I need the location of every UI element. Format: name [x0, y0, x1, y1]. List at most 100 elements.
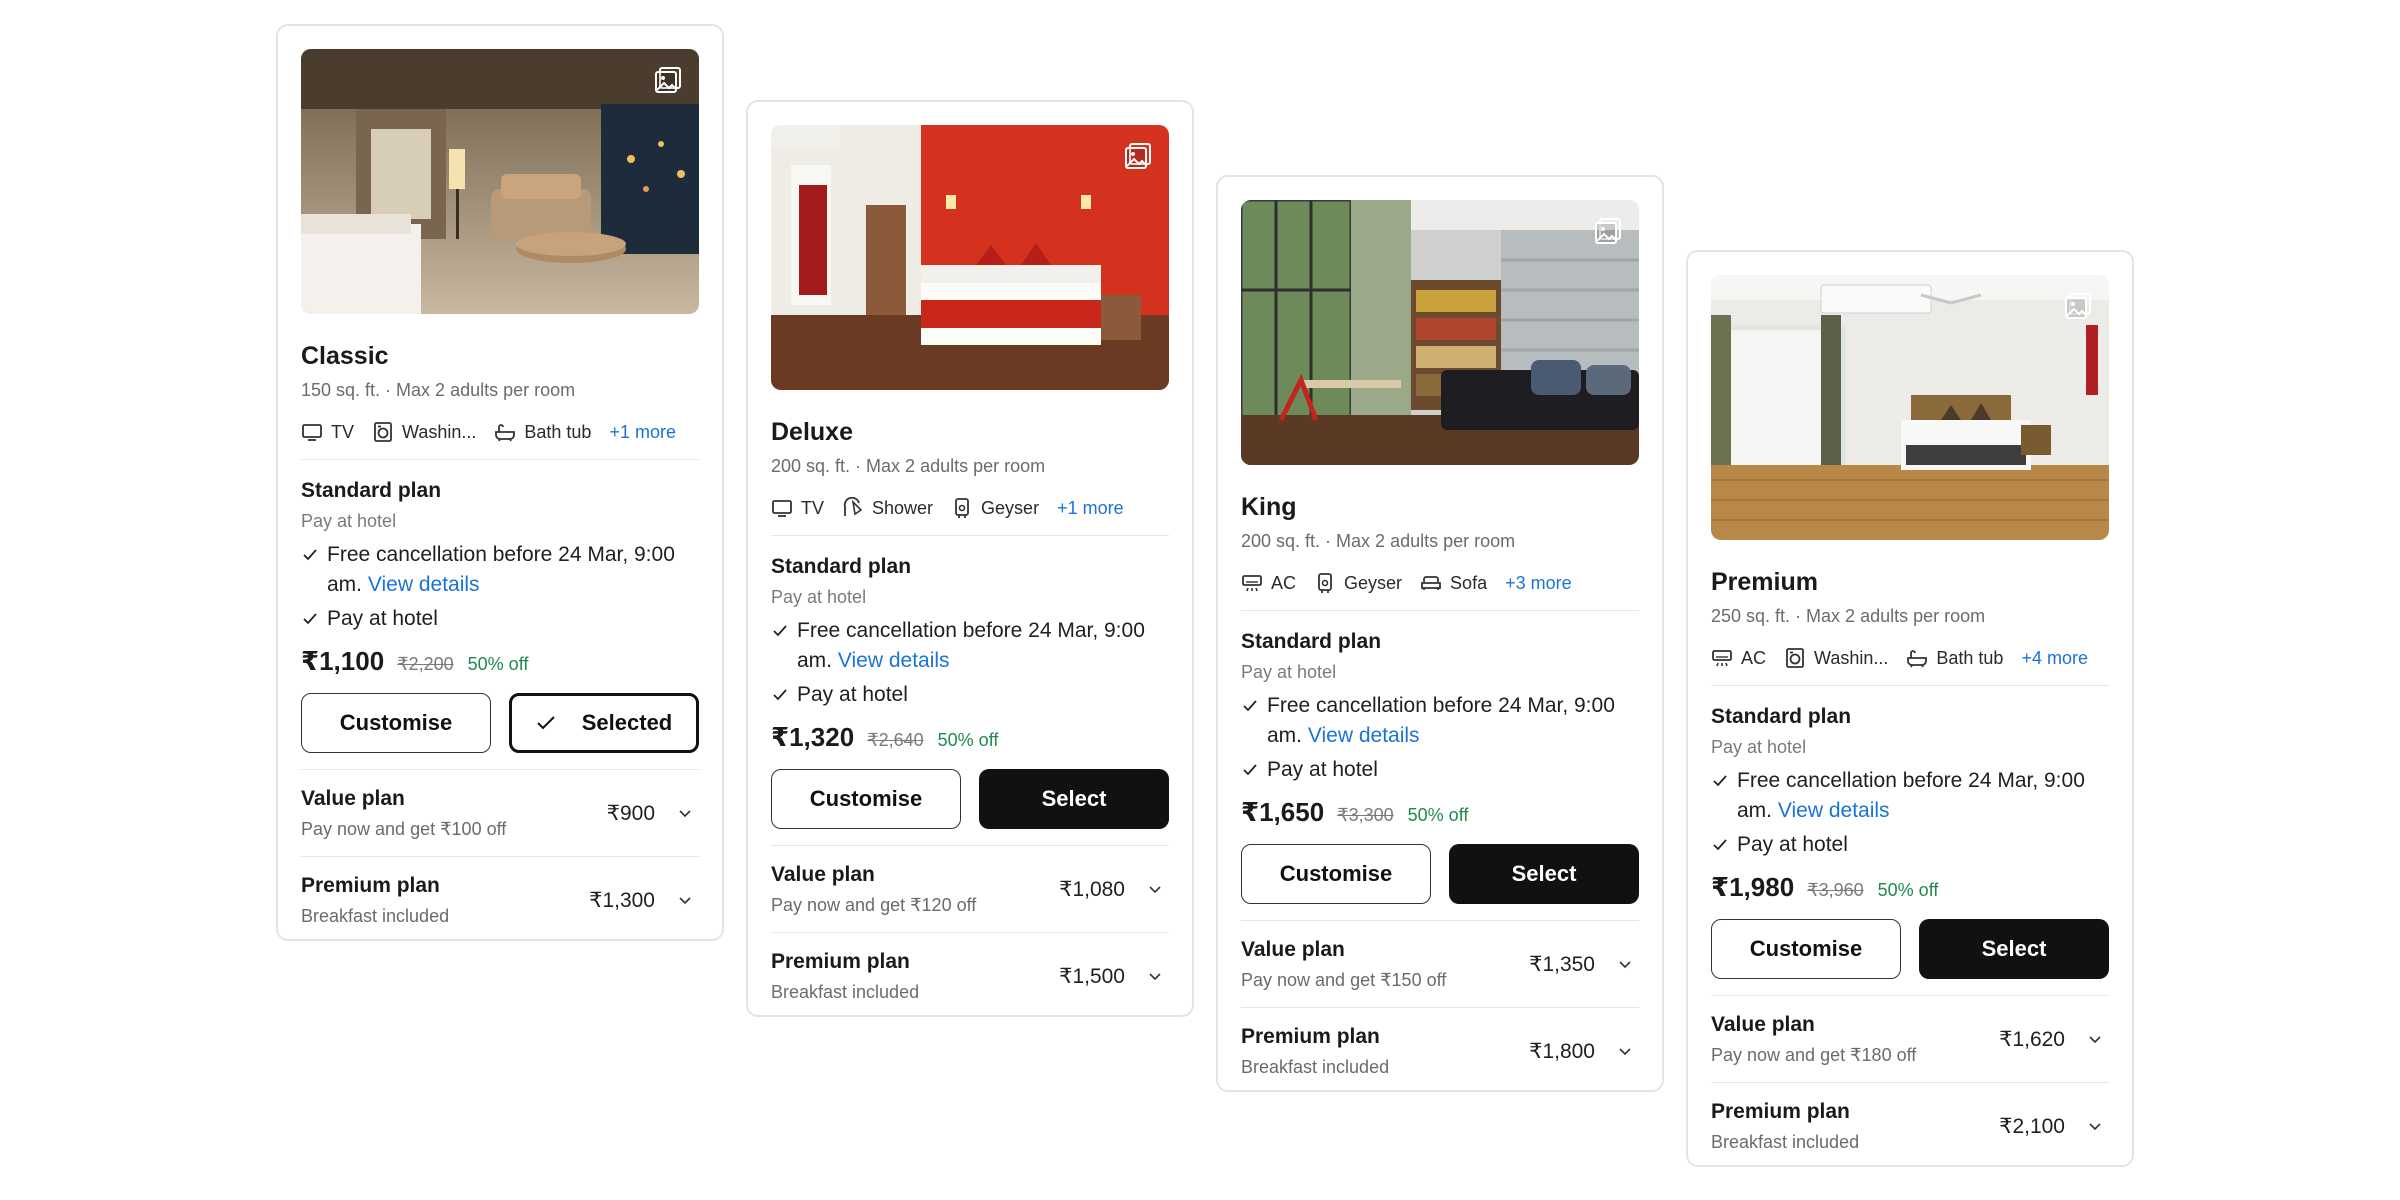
original-price: ₹3,960 [1807, 880, 1864, 900]
chevron-down-icon[interactable] [677, 892, 693, 908]
action-buttons: Customise Select [1711, 919, 2109, 979]
amenity-label: Geyser [981, 497, 1040, 518]
premium-plan-price: ₹1,800 [1529, 1039, 1595, 1063]
tv-icon [302, 424, 322, 441]
amenity-label: AC [1271, 572, 1297, 593]
gallery-icon[interactable] [2063, 291, 2093, 321]
select-button[interactable]: Select [979, 769, 1169, 829]
value-plan-subtitle: Pay now and get ₹180 off [1711, 1045, 1917, 1065]
discount-badge: 50% off [937, 730, 999, 750]
more-amenities-link[interactable]: +3 more [1505, 573, 1572, 594]
feature-text: Pay at hotel [1267, 758, 1378, 781]
more-amenities-link[interactable]: +1 more [1057, 498, 1124, 519]
customise-button[interactable]: Customise [1241, 844, 1431, 904]
check-icon [1243, 764, 1257, 776]
sofa-icon [1421, 576, 1441, 590]
view-details-link[interactable]: View details [838, 649, 950, 672]
price-row: ₹1,320 ₹2,640 50% off [771, 722, 1169, 753]
gallery-icon[interactable] [1593, 216, 1623, 246]
chevron-down-icon[interactable] [2087, 1118, 2103, 1134]
check-icon [1713, 775, 1727, 787]
check-icon [773, 625, 787, 637]
premium-plan-title: Premium plan [1241, 1025, 1380, 1048]
amenity-label: Bath tub [1936, 647, 2004, 668]
premium-plan-row[interactable]: Premium plan Breakfast included ₹1,300 [301, 856, 699, 927]
bath-tub-icon [1907, 650, 1928, 668]
premium-plan-row[interactable]: Premium plan Breakfast included ₹2,100 [1711, 1082, 2109, 1153]
premium-plan-row[interactable]: Premium plan Breakfast included ₹1,500 [771, 932, 1169, 1003]
amenities-row: AC Geyser Sofa +3 more [1241, 570, 1639, 596]
chevron-down-icon[interactable] [677, 805, 693, 821]
plan-subtitle: Pay at hotel [771, 587, 867, 607]
room-name: Premium [1711, 568, 1818, 596]
ac-icon [1712, 650, 1732, 667]
check-icon [1713, 839, 1727, 851]
value-plan-row[interactable]: Value plan Pay now and get ₹180 off ₹1,6… [1711, 995, 2109, 1066]
washing-machine-icon [1786, 648, 1804, 668]
premium-plan-title: Premium plan [301, 874, 440, 897]
room-photo[interactable] [771, 125, 1169, 390]
plan-title: Standard plan [1711, 705, 1852, 728]
premium-plan-subtitle: Breakfast included [1241, 1057, 1390, 1077]
room-meta: 200 sq. ft. · Max 2 adults per room [771, 456, 1046, 476]
view-details-link[interactable]: View details [1308, 724, 1420, 747]
bath-tub-icon [495, 424, 516, 442]
room-card-king: King 200 sq. ft. · Max 2 adults per room… [1216, 175, 1664, 1092]
premium-plan-price: ₹2,100 [1999, 1114, 2065, 1138]
amenity-label: TV [801, 497, 825, 518]
feature-text: Pay at hotel [327, 607, 438, 630]
value-plan-subtitle: Pay now and get ₹100 off [301, 819, 507, 839]
selected-button[interactable]: Selected [509, 693, 699, 753]
price-row: ₹1,650 ₹3,300 50% off [1241, 797, 1639, 828]
select-button[interactable]: Select [1449, 844, 1639, 904]
plan-subtitle: Pay at hotel [1711, 737, 1807, 757]
check-icon [773, 689, 787, 701]
chevron-down-icon[interactable] [1147, 881, 1163, 897]
discount-badge: 50% off [1877, 880, 1939, 900]
feature-pay-at-hotel: Pay at hotel [1241, 755, 1639, 785]
room-name: King [1241, 493, 1297, 521]
select-button[interactable]: Select [1919, 919, 2109, 979]
amenity-label: Shower [872, 497, 934, 518]
amenity-label: AC [1741, 647, 1767, 668]
chevron-down-icon[interactable] [2087, 1031, 2103, 1047]
gallery-icon[interactable] [653, 65, 683, 95]
customise-button[interactable]: Customise [1711, 919, 1901, 979]
amenities-row: TV Washin... Bath tub +1 more [301, 419, 699, 445]
value-plan-row[interactable]: Value plan Pay now and get ₹100 off ₹900 [301, 769, 699, 840]
room-photo[interactable] [301, 49, 699, 314]
value-plan-price: ₹1,620 [1999, 1027, 2065, 1051]
premium-plan-price: ₹1,500 [1059, 964, 1125, 988]
plan-title: Standard plan [301, 479, 442, 502]
check-icon [1243, 700, 1257, 712]
value-plan-subtitle: Pay now and get ₹150 off [1241, 970, 1447, 990]
room-card-classic: Classic 150 sq. ft. · Max 2 adults per r… [276, 24, 724, 941]
view-details-link[interactable]: View details [1778, 799, 1890, 822]
more-amenities-link[interactable]: +4 more [2021, 648, 2088, 669]
gallery-icon[interactable] [1123, 141, 1153, 171]
feature-pay-at-hotel: Pay at hotel [1711, 830, 2109, 860]
premium-plan-title: Premium plan [771, 950, 910, 973]
more-amenities-link[interactable]: +1 more [609, 422, 676, 443]
divider [1711, 685, 2109, 686]
room-card-premium: Premium 250 sq. ft. · Max 2 adults per r… [1686, 250, 2134, 1167]
feature-cancellation: Free cancellation before 24 Mar, 9:00 am… [1241, 691, 1639, 751]
chevron-down-icon[interactable] [1617, 1043, 1633, 1059]
room-photo[interactable] [1241, 200, 1639, 465]
customise-button[interactable]: Customise [301, 693, 491, 753]
view-details-link[interactable]: View details [368, 573, 480, 596]
price: ₹1,980 [1711, 872, 1795, 902]
shower-icon [843, 497, 863, 516]
value-plan-row[interactable]: Value plan Pay now and get ₹150 off ₹1,3… [1241, 920, 1639, 991]
value-plan-title: Value plan [1711, 1013, 1815, 1036]
chevron-down-icon[interactable] [1147, 968, 1163, 984]
premium-plan-row[interactable]: Premium plan Breakfast included ₹1,800 [1241, 1007, 1639, 1078]
chevron-down-icon[interactable] [1617, 956, 1633, 972]
value-plan-price: ₹900 [606, 801, 655, 825]
divider [301, 459, 699, 460]
room-photo[interactable] [1711, 275, 2109, 540]
plan-title: Standard plan [1241, 630, 1382, 653]
value-plan-row[interactable]: Value plan Pay now and get ₹120 off ₹1,0… [771, 845, 1169, 916]
value-plan-price: ₹1,350 [1529, 952, 1595, 976]
customise-button[interactable]: Customise [771, 769, 961, 829]
